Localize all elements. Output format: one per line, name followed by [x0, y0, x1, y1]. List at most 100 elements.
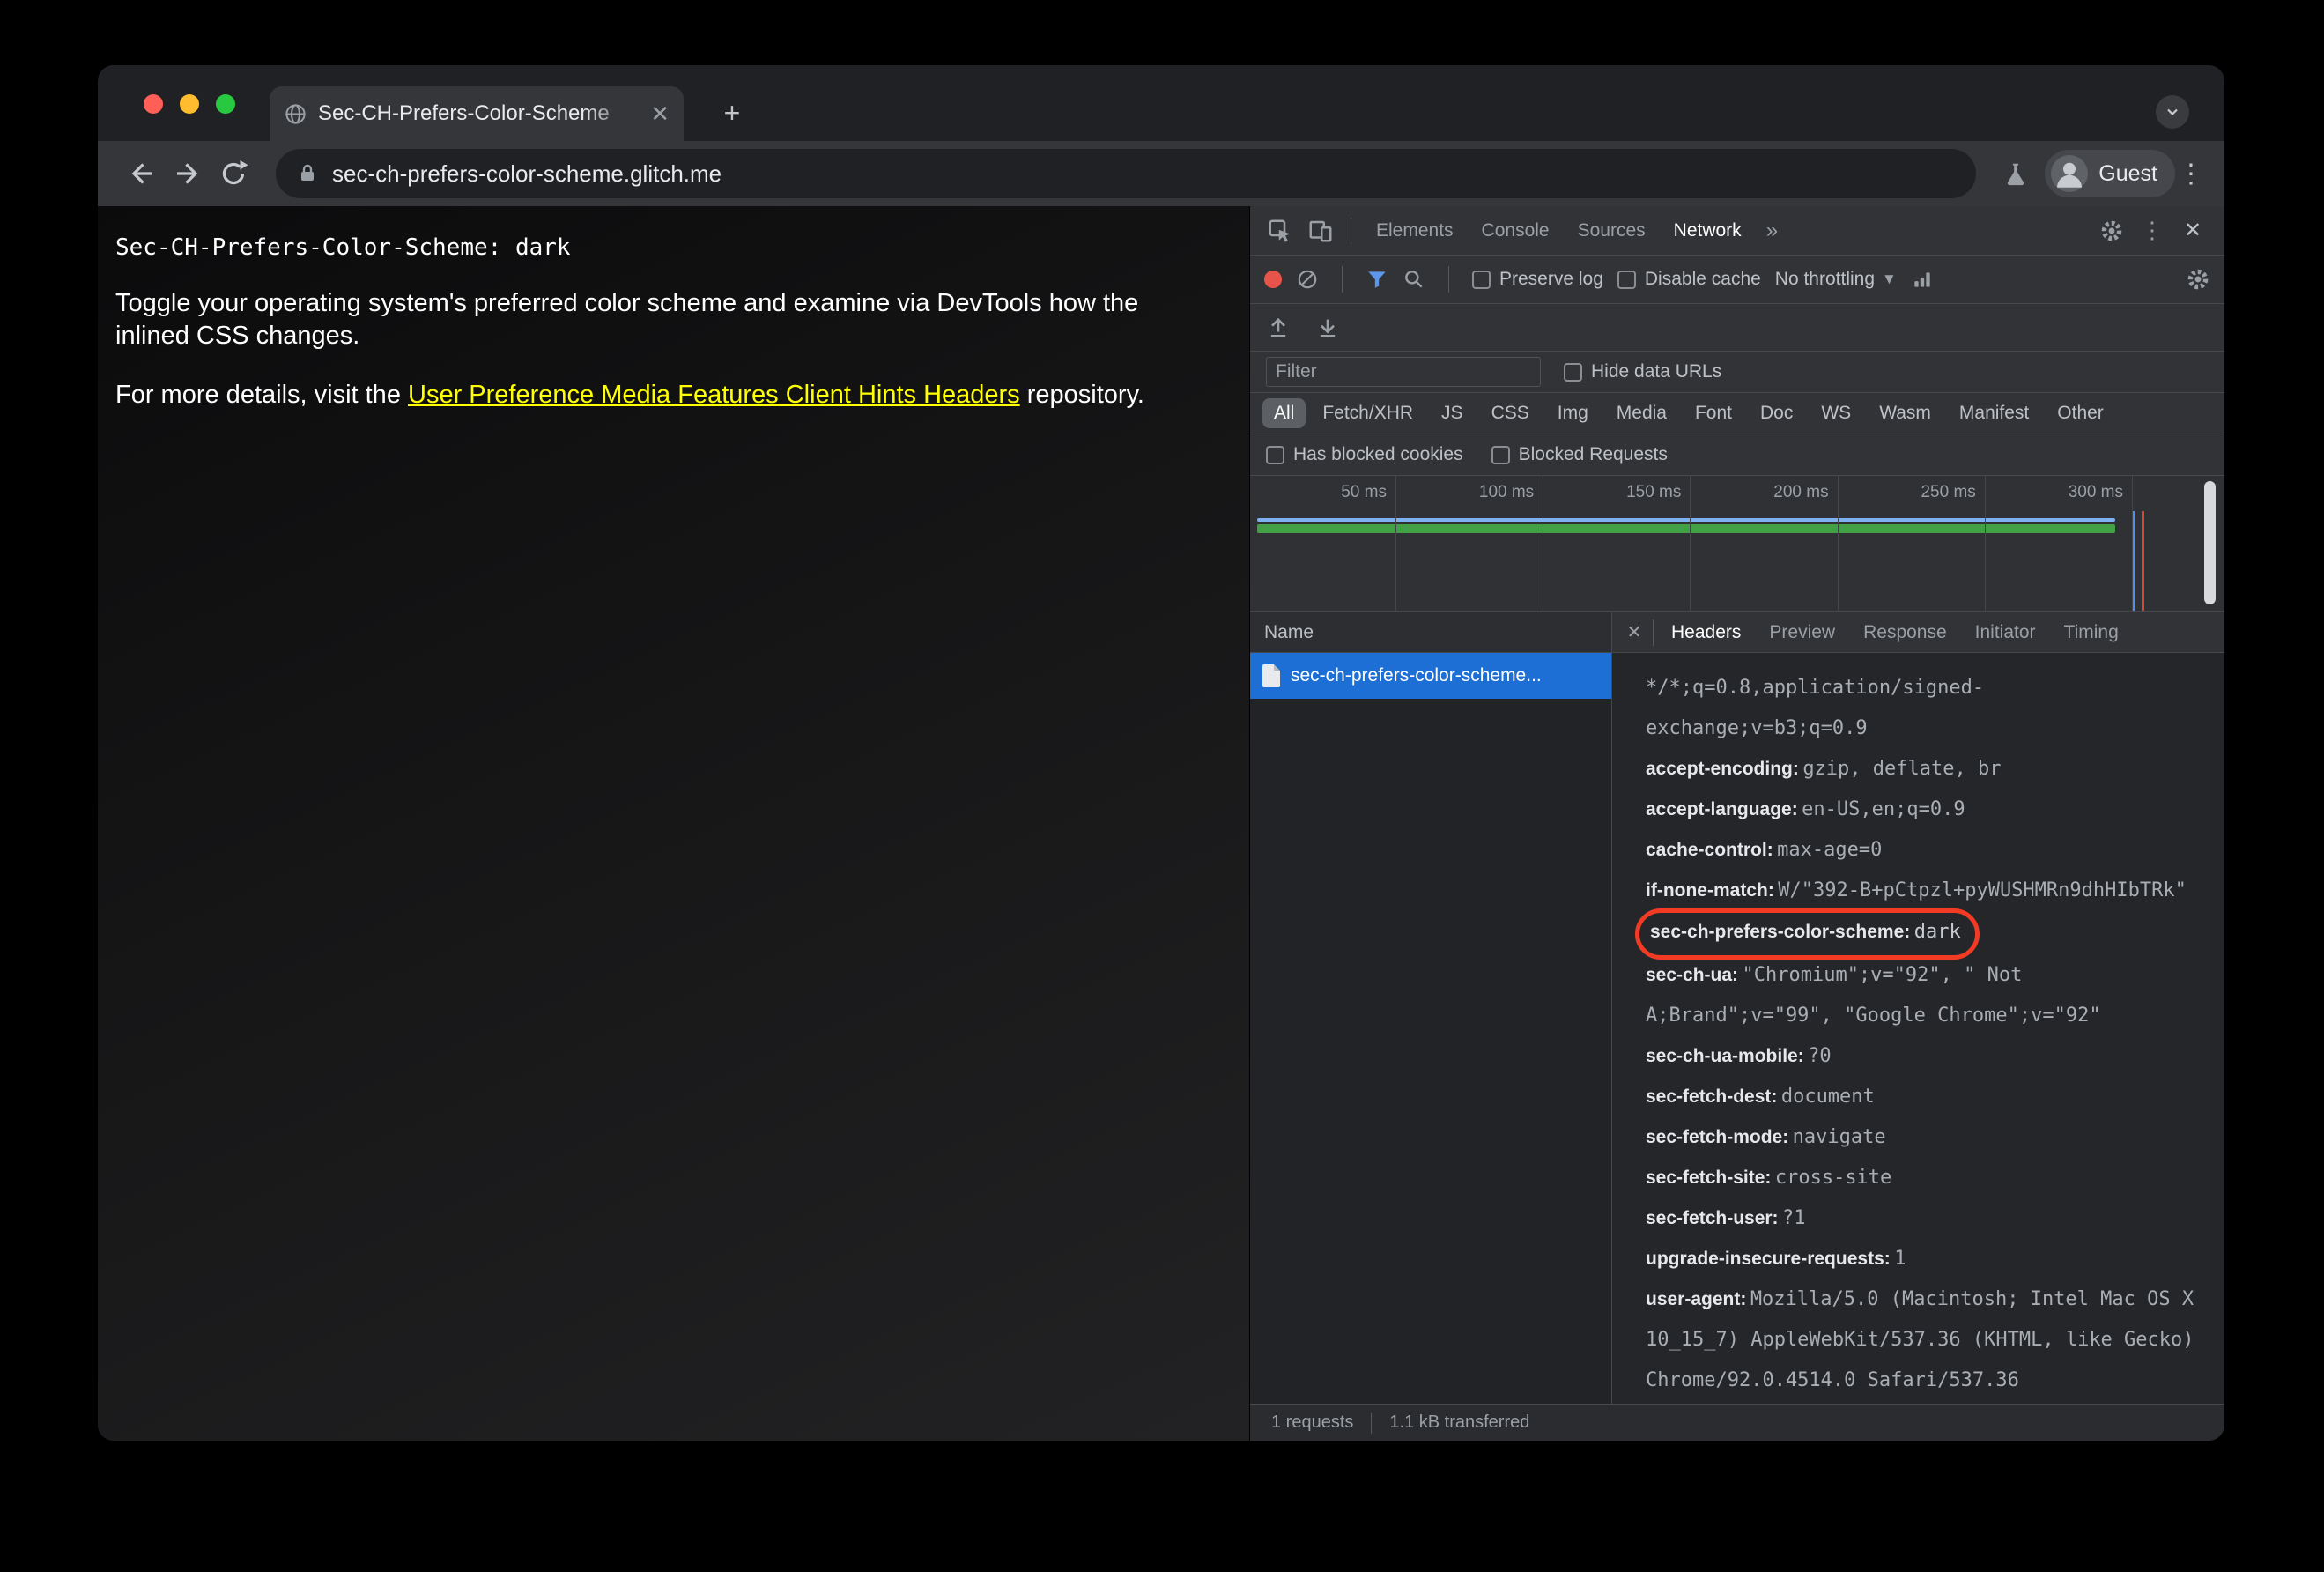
- request-header-line: accept-encoding: gzip, deflate, br: [1646, 750, 2194, 790]
- header-name: cache-control:: [1646, 840, 1773, 860]
- request-row[interactable]: sec-ch-prefers-color-scheme...: [1250, 653, 1611, 699]
- detail-tabs: Headers Preview Response Initiator Timing: [1657, 612, 2133, 652]
- type-filter-font[interactable]: Font: [1684, 398, 1743, 428]
- type-filter-fetch-xhr[interactable]: Fetch/XHR: [1311, 398, 1425, 428]
- request-header-line: sec-fetch-dest: document: [1646, 1078, 2194, 1118]
- header-name: if-none-match:: [1646, 880, 1774, 901]
- document-icon: [1262, 664, 1280, 687]
- experiments-flask-icon[interactable]: [1995, 153, 2036, 194]
- type-filter-all[interactable]: All: [1262, 398, 1306, 428]
- url-text: sec-ch-prefers-color-scheme.glitch.me: [332, 159, 722, 187]
- detail-tab-headers[interactable]: Headers: [1657, 612, 1755, 652]
- search-icon[interactable]: [1403, 268, 1425, 291]
- type-filter-ws[interactable]: WS: [1810, 398, 1862, 428]
- overview-bar-content: [1257, 524, 2115, 533]
- web-page: Sec-CH-Prefers-Color-Scheme: dark Toggle…: [98, 206, 1249, 1441]
- network-status-bar: 1 requests 1.1 kB transferred: [1250, 1404, 2224, 1441]
- reload-button[interactable]: [211, 151, 256, 196]
- type-filter-css[interactable]: CSS: [1480, 398, 1541, 428]
- globe-favicon-icon: [284, 102, 307, 126]
- devtools-close-icon[interactable]: ✕: [2173, 211, 2212, 250]
- request-name: sec-ch-prefers-color-scheme...: [1291, 665, 1542, 686]
- close-details-icon[interactable]: ✕: [1619, 612, 1649, 652]
- timeline-label: 200 ms: [1773, 483, 1829, 501]
- page-heading: Sec-CH-Prefers-Color-Scheme: dark: [115, 234, 571, 261]
- tab-close-icon[interactable]: ✕: [650, 102, 670, 125]
- detail-tab-preview[interactable]: Preview: [1755, 612, 1849, 652]
- timeline-label: 250 ms: [1921, 483, 1976, 501]
- request-header-line: user-agent: Mozilla/5.0 (Macintosh; Inte…: [1646, 1280, 2194, 1402]
- forward-button[interactable]: [165, 151, 211, 196]
- type-filter-media[interactable]: Media: [1605, 398, 1678, 428]
- checkbox-icon: [1564, 362, 1582, 382]
- devtools-main-tabs: Elements Console Sources Network: [1362, 206, 1756, 255]
- header-value: 1: [1894, 1248, 1906, 1270]
- type-filter-other[interactable]: Other: [2046, 398, 2115, 428]
- header-value: document: [1780, 1086, 1875, 1108]
- import-har-icon[interactable]: [1266, 315, 1291, 340]
- devtools-tab-network[interactable]: Network: [1660, 206, 1756, 255]
- request-header-line: if-none-match: W/"392-B+pCtpzl+pyWUSHMRn…: [1646, 871, 2194, 912]
- checkbox-has-blocked-cookies[interactable]: Has blocked cookies: [1266, 444, 1463, 465]
- more-tabs-icon[interactable]: »: [1758, 219, 1787, 243]
- checkbox-blocked-requests[interactable]: Blocked Requests: [1491, 444, 1668, 465]
- detail-tab-initiator[interactable]: Initiator: [1961, 612, 2050, 652]
- divider: [1371, 1412, 1373, 1434]
- request-header-line: upgrade-insecure-requests: 1: [1646, 1240, 2194, 1280]
- export-har-icon[interactable]: [1315, 315, 1340, 340]
- detail-tab-timing[interactable]: Timing: [2050, 612, 2133, 652]
- tab-search-chevron-button[interactable]: [2156, 95, 2189, 129]
- grid-line: [1395, 476, 1396, 611]
- header-name: sec-fetch-mode:: [1646, 1127, 1789, 1147]
- overview-bar-waiting: [1257, 518, 2115, 522]
- inspect-element-icon[interactable]: [1261, 211, 1299, 250]
- type-filter-manifest[interactable]: Manifest: [1948, 398, 2040, 428]
- device-toolbar-icon[interactable]: [1301, 211, 1340, 250]
- request-header-line: sec-ch-prefers-color-scheme: dark: [1635, 908, 2194, 960]
- devtools-panel: Elements Console Sources Network » ⋮ ✕ P…: [1249, 206, 2224, 1441]
- grid-line: [1690, 476, 1691, 611]
- devtools-tabbar: Elements Console Sources Network » ⋮ ✕: [1250, 206, 2224, 256]
- record-network-log-icon[interactable]: [1264, 271, 1282, 288]
- preserve-log-checkbox[interactable]: Preserve log: [1472, 269, 1603, 290]
- header-name: sec-ch-ua:: [1646, 965, 1739, 985]
- type-filter-doc[interactable]: Doc: [1749, 398, 1804, 428]
- maximize-window-button[interactable]: [216, 94, 235, 114]
- devtools-tab-sources[interactable]: Sources: [1564, 206, 1660, 255]
- new-tab-button[interactable]: +: [714, 95, 750, 130]
- detail-tab-response[interactable]: Response: [1849, 612, 1961, 652]
- profile-button[interactable]: Guest: [2045, 150, 2175, 197]
- name-column-header[interactable]: Name: [1250, 612, 1611, 653]
- network-conditions-icon[interactable]: [1911, 268, 1934, 291]
- throttling-dropdown[interactable]: No throttling ▼: [1775, 269, 1897, 290]
- browser-tab[interactable]: Sec-CH-Prefers-Color-Scheme ✕: [270, 86, 684, 141]
- close-window-button[interactable]: [144, 94, 163, 114]
- devtools-menu-icon[interactable]: ⋮: [2133, 211, 2172, 250]
- browser-menu-icon[interactable]: ⋮: [2175, 159, 2207, 189]
- filter-input[interactable]: [1266, 357, 1541, 387]
- profile-label: Guest: [2098, 160, 2157, 186]
- chevron-down-icon: ▼: [1882, 271, 1897, 287]
- header-value: en-US,en;q=0.9: [1802, 798, 1965, 820]
- type-filter-wasm[interactable]: Wasm: [1868, 398, 1943, 428]
- devtools-tab-elements[interactable]: Elements: [1362, 206, 1468, 255]
- header-name: user-agent:: [1646, 1289, 1747, 1309]
- filter-funnel-icon[interactable]: [1366, 268, 1388, 291]
- clear-network-log-icon[interactable]: [1296, 268, 1319, 291]
- disable-cache-checkbox[interactable]: Disable cache: [1617, 269, 1761, 290]
- timeline-label: 150 ms: [1626, 483, 1682, 501]
- overview-scrollbar[interactable]: [2204, 481, 2216, 604]
- back-button[interactable]: [119, 151, 165, 196]
- network-settings-gear-icon[interactable]: [2186, 267, 2210, 292]
- repository-link[interactable]: User Preference Media Features Client Hi…: [408, 381, 1020, 409]
- type-filter-js[interactable]: JS: [1430, 398, 1475, 428]
- hide-data-urls-checkbox[interactable]: Hide data URLs: [1564, 361, 1721, 382]
- checkbox-icon: [1266, 445, 1284, 464]
- browser-toolbar: sec-ch-prefers-color-scheme.glitch.me Gu…: [98, 141, 2224, 206]
- devtools-tab-console[interactable]: Console: [1468, 206, 1564, 255]
- type-filter-img[interactable]: Img: [1546, 398, 1600, 428]
- url-bar[interactable]: sec-ch-prefers-color-scheme.glitch.me: [276, 149, 1977, 198]
- minimize-window-button[interactable]: [180, 94, 199, 114]
- highlight-annotation: sec-ch-prefers-color-scheme: dark: [1635, 908, 1980, 960]
- devtools-settings-gear-icon[interactable]: [2092, 211, 2131, 250]
